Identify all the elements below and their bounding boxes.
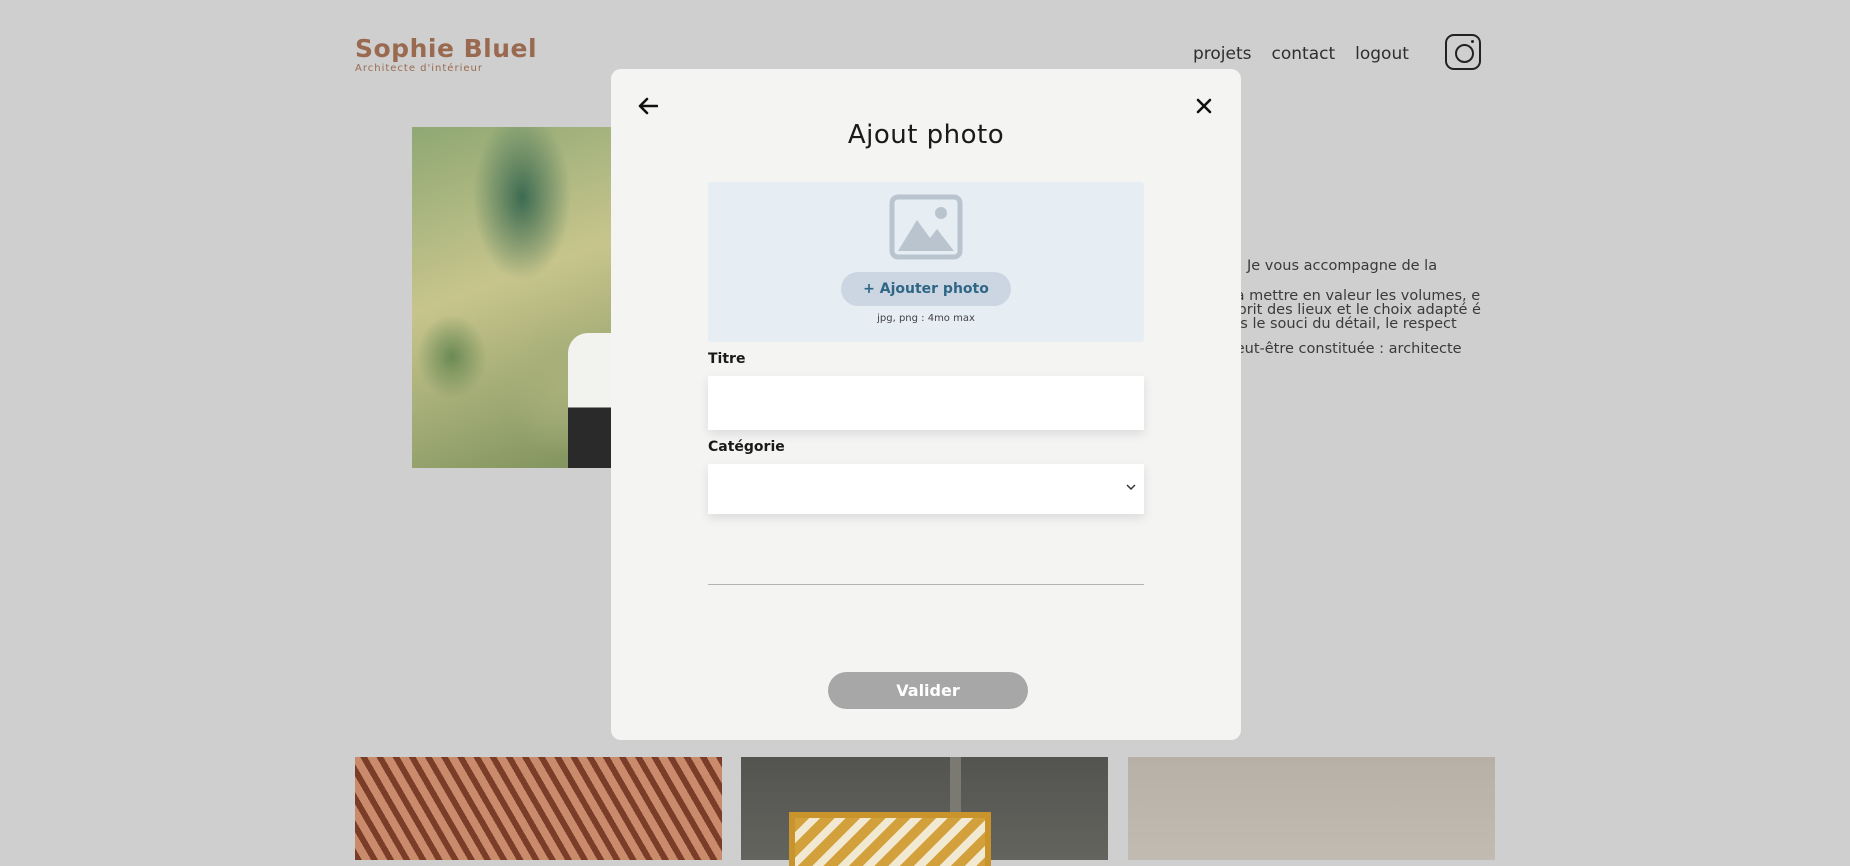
form-divider — [708, 584, 1144, 585]
chevron-down-icon — [1126, 484, 1136, 491]
file-format-hint: jpg, png : 4mo max — [877, 313, 975, 324]
add-photo-button[interactable]: + Ajouter photo — [841, 272, 1011, 306]
close-icon[interactable] — [1189, 91, 1219, 121]
photo-dropzone[interactable]: + Ajouter photo jpg, png : 4mo max — [708, 182, 1144, 342]
arrow-left-icon[interactable] — [633, 91, 663, 121]
title-input[interactable] — [708, 376, 1144, 430]
modal-title: Ajout photo — [847, 120, 1005, 150]
category-label: Catégorie — [708, 439, 785, 455]
image-placeholder-icon — [889, 194, 963, 260]
category-select[interactable] — [708, 464, 1144, 514]
submit-button[interactable]: Valider — [828, 672, 1028, 709]
add-photo-modal: Ajout photo + Ajouter photo jpg, png : 4… — [611, 69, 1241, 740]
title-label: Titre — [708, 351, 746, 367]
